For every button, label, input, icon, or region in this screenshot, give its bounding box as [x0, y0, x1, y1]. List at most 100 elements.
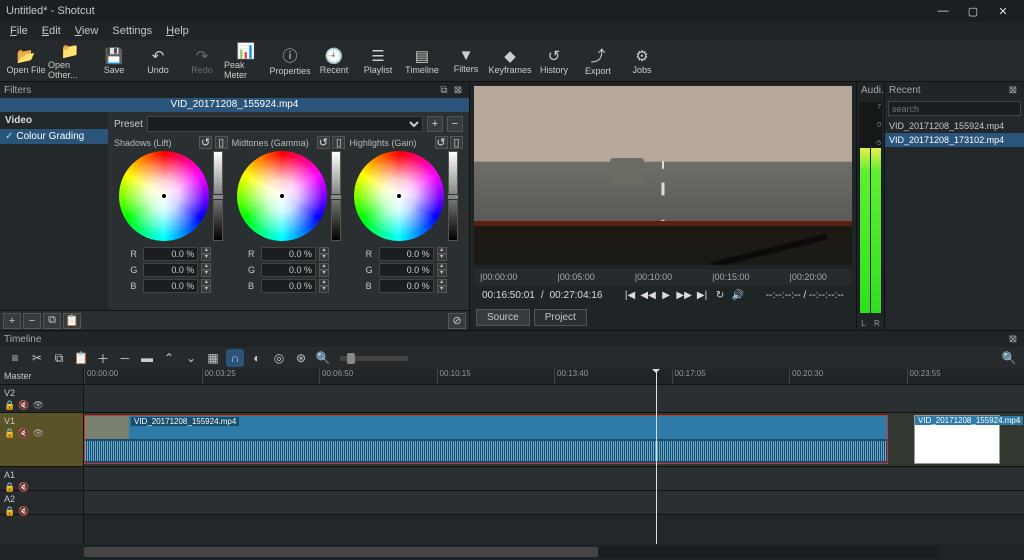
close-button[interactable]: ✕	[988, 1, 1018, 21]
b-value-input[interactable]	[379, 279, 434, 293]
eye-icon[interactable]: 👁	[32, 428, 43, 439]
spinner[interactable]: ▴▾	[437, 279, 447, 293]
preset-remove-button[interactable]: −	[447, 116, 463, 132]
reset-icon[interactable]: ↺	[435, 136, 448, 149]
redo-button[interactable]: ↷Redo	[180, 41, 224, 81]
timeline-scrollbar[interactable]	[84, 546, 940, 558]
keyframe-icon[interactable]: ▯	[332, 136, 345, 149]
g-value-input[interactable]	[261, 263, 316, 277]
timeline-clip-2[interactable]: VID_20171208_155924.mp4	[914, 415, 1000, 464]
reset-icon[interactable]: ↺	[317, 136, 330, 149]
eye-icon[interactable]: 👁	[32, 400, 43, 411]
spinner[interactable]: ▴▾	[437, 263, 447, 277]
filter-deselect-button[interactable]: ⊘	[448, 313, 466, 329]
spinner[interactable]: ▴▾	[201, 263, 211, 277]
filters-undock-icon[interactable]: ⧉	[437, 85, 451, 96]
ripple-all-button[interactable]: ⊛	[292, 349, 310, 367]
preset-add-button[interactable]: +	[427, 116, 443, 132]
g-value-input[interactable]	[143, 263, 198, 277]
lift-button[interactable]: ▬	[138, 349, 156, 367]
filter-copy-button[interactable]: ⧉	[43, 313, 61, 329]
color-wheel[interactable]	[119, 151, 209, 241]
spinner[interactable]: ▴▾	[437, 247, 447, 261]
overwrite-button[interactable]: ⌃	[160, 349, 178, 367]
track-v1[interactable]: VID_20171208_155924.mp4 VID_20171208_155…	[84, 413, 1024, 467]
forward-button[interactable]: ▶▶	[677, 288, 691, 302]
remove-button[interactable]: －	[116, 349, 134, 367]
volume-icon[interactable]: 🔊	[731, 288, 745, 302]
track-header-v1[interactable]: V1 🔒🔇👁	[0, 413, 83, 467]
timecode-current[interactable]: 00:16:50:01	[482, 290, 535, 301]
reset-icon[interactable]: ↺	[199, 136, 212, 149]
spinner[interactable]: ▴▾	[319, 247, 329, 261]
track-a2[interactable]	[84, 491, 1024, 515]
open-other-button[interactable]: 📁Open Other...	[48, 41, 92, 81]
snap-button[interactable]: ∩	[226, 349, 244, 367]
zoom-in-button[interactable]: 🔍	[1000, 349, 1018, 367]
preview-ruler[interactable]: |00:00:00|00:05:00|00:10:00|00:15:00|00:…	[474, 269, 852, 285]
b-value-input[interactable]	[143, 279, 198, 293]
track-master[interactable]: Master	[0, 369, 83, 385]
export-button[interactable]: ⤴Export	[576, 41, 620, 81]
maximize-button[interactable]: ▢	[958, 1, 988, 21]
lock-icon[interactable]: 🔒	[4, 400, 15, 411]
marker-button[interactable]: ▦	[204, 349, 222, 367]
timeline-ruler[interactable]: 00:00:0000:03:2500:06:5000:10:1500:13:40…	[84, 369, 1024, 385]
undo-button[interactable]: ↶Undo	[136, 41, 180, 81]
filters-button[interactable]: ▼Filters	[444, 41, 488, 81]
rewind-button[interactable]: ◀◀	[641, 288, 655, 302]
append-button[interactable]: ＋	[94, 349, 112, 367]
menu-view[interactable]: View	[69, 23, 105, 39]
r-value-input[interactable]	[143, 247, 198, 261]
skip-next-button[interactable]: ▶|	[695, 288, 709, 302]
timeline-menu-button[interactable]: ≡	[6, 349, 24, 367]
filter-item-colour-grading[interactable]: ✓ Colour Grading	[0, 129, 108, 144]
filter-add-button[interactable]: +	[3, 313, 21, 329]
mute-icon[interactable]: 🔇	[18, 428, 29, 439]
playhead[interactable]	[656, 369, 657, 544]
keyframe-icon[interactable]: ▯	[215, 136, 228, 149]
cut-button[interactable]: ✂	[28, 349, 46, 367]
menu-edit[interactable]: Edit	[36, 23, 67, 39]
paste-button[interactable]: 📋	[72, 349, 90, 367]
lock-icon[interactable]: 🔒	[4, 506, 15, 517]
r-value-input[interactable]	[379, 247, 434, 261]
recent-item[interactable]: VID_20171208_173102.mp4	[885, 133, 1024, 147]
menu-help[interactable]: Help	[160, 23, 195, 39]
mute-icon[interactable]: 🔇	[18, 400, 29, 411]
recent-button[interactable]: 🕘Recent	[312, 41, 356, 81]
menu-file[interactable]: File	[4, 23, 34, 39]
spinner[interactable]: ▴▾	[319, 279, 329, 293]
track-a1[interactable]	[84, 467, 1024, 491]
timeline-close-icon[interactable]: ⊠	[1006, 334, 1020, 345]
save-button[interactable]: 💾Save	[92, 41, 136, 81]
keyframes-button[interactable]: ◆Keyframes	[488, 41, 532, 81]
lightness-slider[interactable]	[448, 151, 458, 241]
keyframe-icon[interactable]: ▯	[450, 136, 463, 149]
r-value-input[interactable]	[261, 247, 316, 261]
lock-icon[interactable]: 🔒	[4, 428, 15, 439]
spinner[interactable]: ▴▾	[201, 247, 211, 261]
skip-prev-button[interactable]: |◀	[623, 288, 637, 302]
color-wheel[interactable]	[354, 151, 444, 241]
track-v2[interactable]	[84, 385, 1024, 413]
history-button[interactable]: ↺History	[532, 41, 576, 81]
track-header-a1[interactable]: A1 🔒🔇	[0, 467, 83, 491]
scrub-button[interactable]: ◐	[248, 349, 266, 367]
recent-close-icon[interactable]: ⊠	[1006, 85, 1020, 96]
copy-button[interactable]: ⧉	[50, 349, 68, 367]
jobs-button[interactable]: ⚙Jobs	[620, 41, 664, 81]
split-button[interactable]: ⌄	[182, 349, 200, 367]
filters-close-icon[interactable]: ⊠	[451, 85, 465, 96]
tab-project[interactable]: Project	[534, 309, 587, 326]
timeline-clip[interactable]: VID_20171208_155924.mp4	[84, 415, 888, 464]
loop-icon[interactable]: ↻	[713, 288, 727, 302]
filter-remove-button[interactable]: −	[23, 313, 41, 329]
ripple-button[interactable]: ◎	[270, 349, 288, 367]
spinner[interactable]: ▴▾	[201, 279, 211, 293]
color-wheel[interactable]	[237, 151, 327, 241]
g-value-input[interactable]	[379, 263, 434, 277]
lightness-slider[interactable]	[331, 151, 341, 241]
menu-settings[interactable]: Settings	[106, 23, 158, 39]
timeline-tracks-area[interactable]: 00:00:0000:03:2500:06:5000:10:1500:13:40…	[84, 369, 1024, 544]
